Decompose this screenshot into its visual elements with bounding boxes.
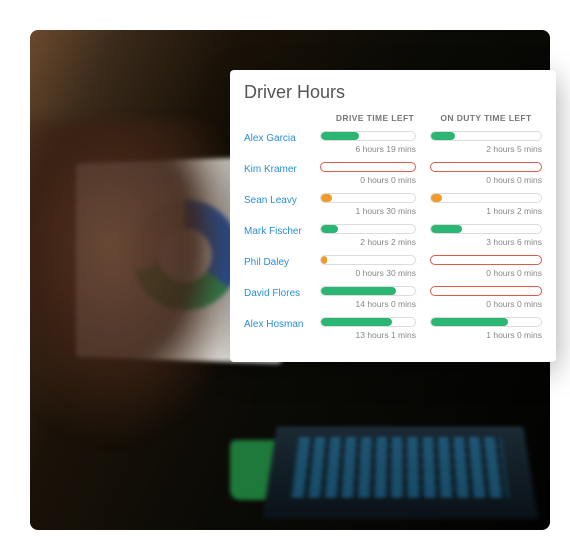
duty-time-label: 3 hours 6 mins <box>430 237 542 247</box>
duty-progress-bar <box>430 193 542 203</box>
drive-time-label: 0 hours 0 mins <box>320 175 416 185</box>
drive-cell: 0 hours 30 mins <box>320 255 430 278</box>
driver-row: Mark Fischer2 hours 2 mins 3 hours 6 mins <box>244 224 542 247</box>
drive-time-label: 1 hours 30 mins <box>320 206 416 216</box>
drive-time-label: 6 hours 19 mins <box>320 144 416 154</box>
duty-progress-fill <box>431 194 442 202</box>
drive-cell: 14 hours 0 mins <box>320 286 430 309</box>
drive-cell: 0 hours 0 mins <box>320 162 430 185</box>
header-duty-time: ON DUTY TIME LEFT <box>430 113 542 123</box>
keyboard-illustration <box>292 437 509 498</box>
duty-cell: 0 hours 0 mins <box>430 286 542 309</box>
drive-time-label: 0 hours 30 mins <box>320 268 416 278</box>
drive-time-label: 2 hours 2 mins <box>320 237 416 247</box>
duty-time-label: 2 hours 5 mins <box>430 144 542 154</box>
driver-name-link[interactable]: Alex Hosman <box>244 317 320 330</box>
duty-cell: 3 hours 6 mins <box>430 224 542 247</box>
drive-progress-fill <box>321 318 392 326</box>
duty-progress-bar <box>430 131 542 141</box>
drive-progress-bar <box>320 255 416 265</box>
duty-time-label: 0 hours 0 mins <box>430 175 542 185</box>
drive-progress-bar <box>320 286 416 296</box>
drive-progress-fill <box>321 194 332 202</box>
drive-cell: 1 hours 30 mins <box>320 193 430 216</box>
duty-progress-bar <box>430 286 542 296</box>
duty-cell: 1 hours 0 mins <box>430 317 542 340</box>
person-silhouette <box>30 120 240 530</box>
drive-progress-bar <box>320 317 416 327</box>
driver-rows: Alex Garcia6 hours 19 mins 2 hours 5 mins… <box>244 131 542 340</box>
drive-progress-fill <box>321 256 327 264</box>
duty-cell: 0 hours 0 mins <box>430 162 542 185</box>
duty-time-label: 1 hours 2 mins <box>430 206 542 216</box>
drive-cell: 13 hours 1 mins <box>320 317 430 340</box>
driver-name-link[interactable]: Alex Garcia <box>244 131 320 144</box>
duty-progress-bar <box>430 317 542 327</box>
duty-time-label: 1 hours 0 mins <box>430 330 542 340</box>
drive-progress-fill <box>321 132 359 140</box>
duty-cell: 0 hours 0 mins <box>430 255 542 278</box>
duty-time-label: 0 hours 0 mins <box>430 299 542 309</box>
duty-progress-bar <box>430 224 542 234</box>
drive-progress-bar <box>320 224 416 234</box>
drive-cell: 2 hours 2 mins <box>320 224 430 247</box>
drive-progress-bar <box>320 162 416 172</box>
driver-name-link[interactable]: Kim Kramer <box>244 162 320 175</box>
driver-name-link[interactable]: Sean Leavy <box>244 193 320 206</box>
driver-row: Alex Garcia6 hours 19 mins 2 hours 5 mins <box>244 131 542 154</box>
drive-progress-bar <box>320 193 416 203</box>
drive-progress-fill <box>321 225 338 233</box>
column-headers: DRIVE TIME LEFT ON DUTY TIME LEFT <box>244 113 542 123</box>
drive-time-label: 13 hours 1 mins <box>320 330 416 340</box>
duty-cell: 2 hours 5 mins <box>430 131 542 154</box>
drive-progress-fill <box>321 287 396 295</box>
driver-name-link[interactable]: David Flores <box>244 286 320 299</box>
duty-progress-fill <box>431 318 508 326</box>
duty-progress-fill <box>431 225 462 233</box>
driver-row: Sean Leavy1 hours 30 mins 1 hours 2 mins <box>244 193 542 216</box>
duty-progress-bar <box>430 255 542 265</box>
duty-time-label: 0 hours 0 mins <box>430 268 542 278</box>
laptop-illustration <box>262 426 537 518</box>
driver-name-link[interactable]: Mark Fischer <box>244 224 320 237</box>
driver-hours-card: Driver Hours DRIVE TIME LEFT ON DUTY TIM… <box>230 70 556 362</box>
header-drive-time: DRIVE TIME LEFT <box>320 113 430 123</box>
driver-row: Kim Kramer0 hours 0 mins0 hours 0 mins <box>244 162 542 185</box>
driver-row: Alex Hosman13 hours 1 mins 1 hours 0 mins <box>244 317 542 340</box>
drive-progress-bar <box>320 131 416 141</box>
driver-row: David Flores14 hours 0 mins 0 hours 0 min… <box>244 286 542 309</box>
drive-time-label: 14 hours 0 mins <box>320 299 416 309</box>
driver-row: Phil Daley0 hours 30 mins 0 hours 0 mins <box>244 255 542 278</box>
card-title: Driver Hours <box>244 82 542 103</box>
duty-progress-fill <box>431 132 455 140</box>
duty-progress-bar <box>430 162 542 172</box>
duty-cell: 1 hours 2 mins <box>430 193 542 216</box>
drive-cell: 6 hours 19 mins <box>320 131 430 154</box>
driver-name-link[interactable]: Phil Daley <box>244 255 320 268</box>
